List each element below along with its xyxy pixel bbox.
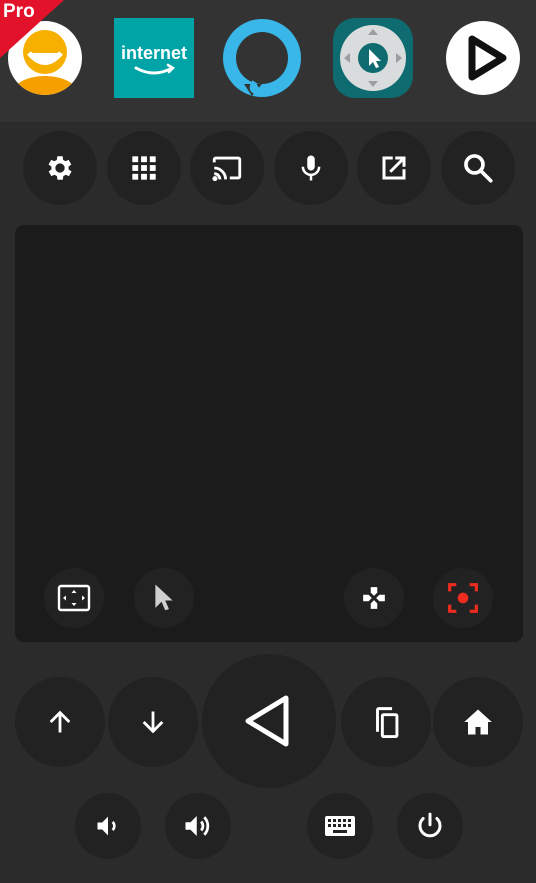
screen-record-button[interactable] (433, 568, 493, 628)
arrow-up-button[interactable] (15, 677, 105, 767)
volume-up-button[interactable] (165, 793, 231, 859)
volume-up-icon (185, 816, 210, 836)
play-icon (446, 21, 520, 95)
search-button[interactable] (441, 131, 515, 205)
dpad-cursor-icon (333, 18, 413, 98)
cast-icon (212, 156, 242, 182)
gamepad-button[interactable] (344, 568, 404, 628)
app-alexa[interactable] (222, 18, 302, 98)
volume-down-button[interactable] (75, 793, 141, 859)
fullscreen-icon (57, 584, 91, 612)
search-icon (464, 154, 493, 183)
pro-ribbon: Pro (0, 0, 64, 58)
internet-label: internet (121, 43, 187, 63)
cursor-pointer-icon (155, 584, 173, 611)
app-internet[interactable]: internet (114, 18, 194, 98)
screen-record-icon (448, 583, 478, 613)
microphone-button[interactable] (274, 131, 348, 205)
power-icon (418, 812, 442, 838)
home-button[interactable] (433, 677, 523, 767)
open-external-icon (382, 156, 406, 180)
settings-button[interactable] (23, 131, 97, 205)
power-button[interactable] (397, 793, 463, 859)
gear-icon (48, 156, 72, 180)
alexa-ring-icon (223, 19, 301, 97)
touchpad-area[interactable] (15, 225, 523, 642)
microphone-icon (301, 155, 321, 181)
arrow-down-icon (142, 711, 164, 734)
arrow-down-button[interactable] (108, 677, 198, 767)
keyboard-button[interactable] (307, 793, 373, 859)
back-button[interactable] (202, 654, 336, 788)
app-launcher-bar: Pro internet (0, 0, 536, 123)
copy-icon (376, 707, 399, 739)
app-play[interactable] (443, 18, 523, 98)
app-mouse-toggle[interactable] (333, 18, 413, 98)
open-external-button[interactable] (357, 131, 431, 205)
pro-label: Pro (3, 1, 35, 22)
fullscreen-button[interactable] (44, 568, 104, 628)
apps-grid-icon (132, 156, 156, 180)
keyboard-icon (325, 816, 355, 836)
back-triangle-icon (245, 695, 289, 747)
internet-app-icon: internet (114, 18, 194, 98)
volume-down-icon (97, 816, 116, 836)
copy-button[interactable] (341, 677, 431, 767)
apps-grid-button[interactable] (107, 131, 181, 205)
cast-button[interactable] (190, 131, 264, 205)
gamepad-icon (363, 587, 385, 609)
home-icon (464, 709, 492, 735)
cursor-pointer-button[interactable] (134, 568, 194, 628)
arrow-up-icon (49, 710, 71, 733)
